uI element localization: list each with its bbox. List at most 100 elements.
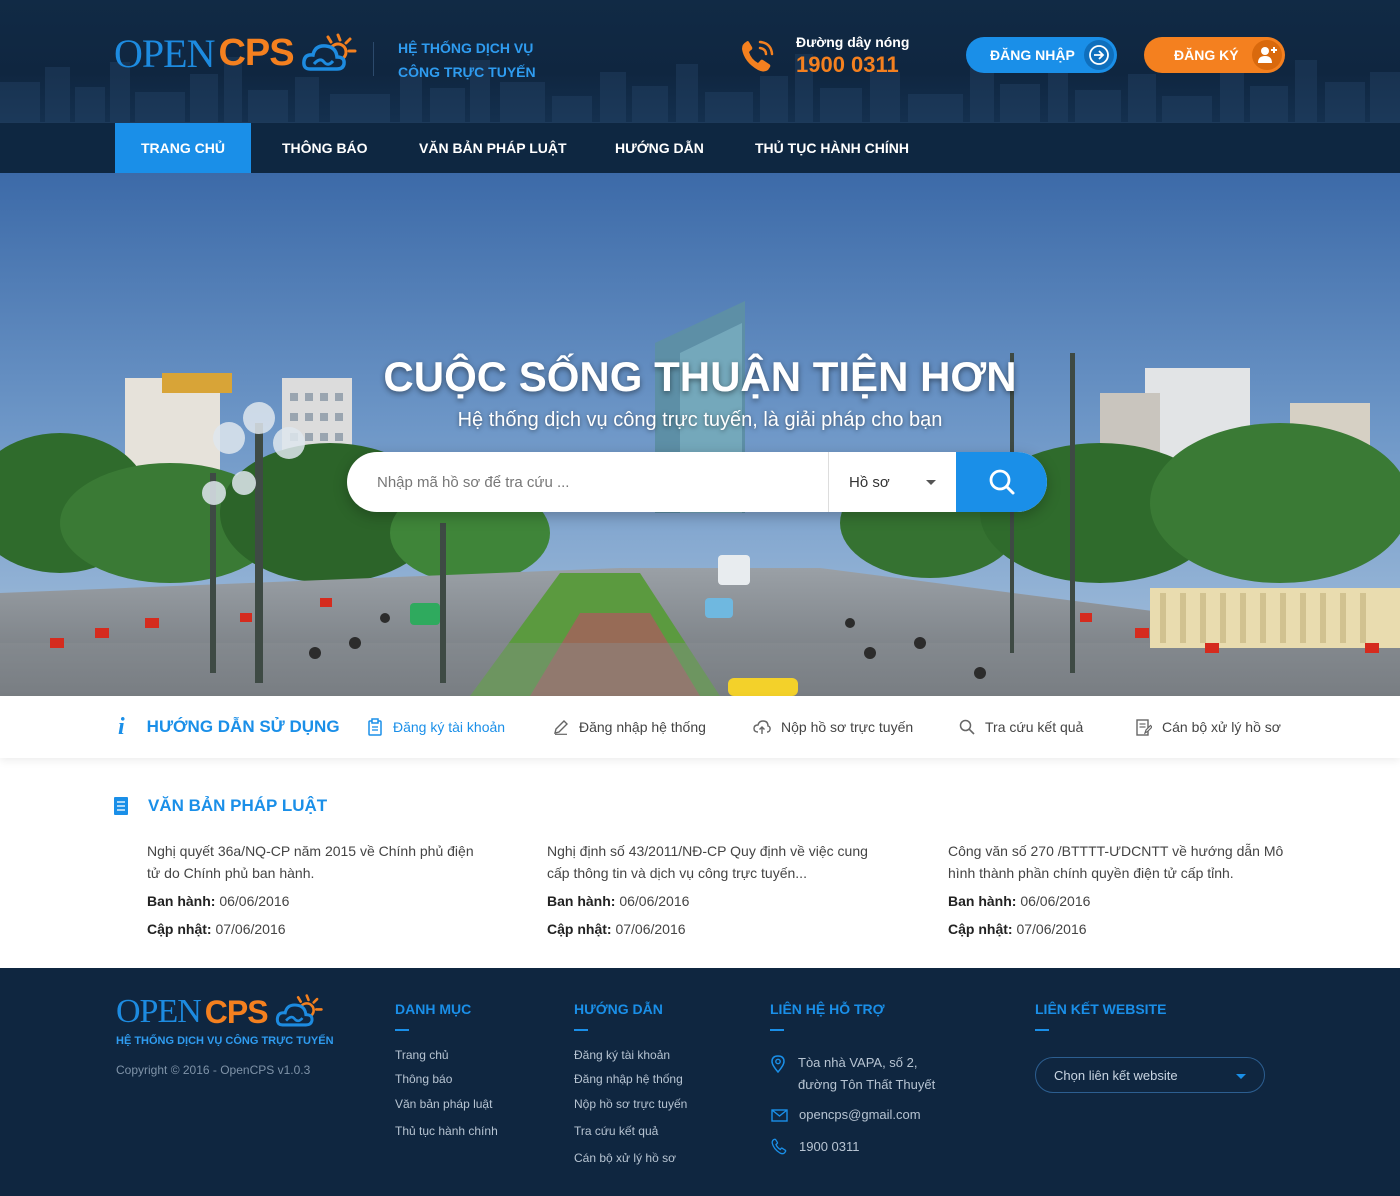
contact-email[interactable]: opencps@gmail.com — [799, 1104, 921, 1126]
footer-link-login[interactable]: Đăng nhập hệ thống — [574, 1072, 683, 1086]
search-button[interactable] — [956, 452, 1047, 512]
search-type-dropdown[interactable]: Hồ sơ — [828, 452, 956, 512]
footer-link-lookup-results[interactable]: Tra cứu kết quả — [574, 1124, 658, 1138]
guide-title-text: HƯỚNG DẪN SỬ DỤNG — [146, 717, 340, 736]
website-link-dropdown-value: Chọn liên kết website — [1054, 1067, 1178, 1083]
logo-text-open: OPEN — [114, 31, 215, 76]
hotline-number[interactable]: 1900 0311 — [796, 52, 899, 78]
login-button-label: ĐĂNG NHẬP — [990, 47, 1075, 63]
issued-label: Ban hành: — [547, 893, 616, 909]
issued-label: Ban hành: — [147, 893, 216, 909]
logo-text-cps: CPS — [204, 993, 269, 1030]
footer-categories-title: DANH MỤC — [395, 1001, 472, 1017]
footer-link-legal-documents[interactable]: Văn bản pháp luật — [395, 1097, 492, 1111]
chevron-down-icon — [926, 480, 936, 485]
search-type-value: Hồ sơ — [849, 473, 890, 491]
footer-link-officer-processing[interactable]: Cán bộ xử lý hồ sơ — [574, 1151, 676, 1165]
footer-link-submit-online[interactable]: Nộp hồ sơ trực tuyến — [574, 1097, 687, 1111]
nav-item-administrative-procedures[interactable]: THỦ TỤC HÀNH CHÍNH — [755, 123, 909, 174]
legal-document-item: Nghị định số 43/2011/NĐ-CP Quy định về v… — [547, 840, 887, 940]
edit-document-icon — [1136, 718, 1152, 736]
user-guide-bar: i HƯỚNG DẪN SỬ DỤNG Đăng ký tài khoản Đă… — [0, 696, 1400, 758]
footer-link-register-account[interactable]: Đăng ký tài khoản — [574, 1048, 670, 1062]
guide-link-officer-processing[interactable]: Cán bộ xử lý hồ sơ — [1136, 696, 1281, 758]
logo-text-cps: CPS — [218, 32, 294, 74]
tagline-line-2: CÔNG TRỰC TUYẾN — [398, 64, 536, 80]
website-link-dropdown[interactable]: Chọn liên kết website — [1035, 1057, 1265, 1093]
guide-link-login[interactable]: Đăng nhập hệ thống — [553, 696, 706, 758]
contact-phone[interactable]: 1900 0311 — [799, 1136, 860, 1158]
guide-link-label: Tra cứu kết quả — [985, 719, 1084, 735]
cloud-sun-logo-icon — [301, 33, 357, 71]
chevron-down-icon — [1236, 1074, 1246, 1079]
hero-subtitle: Hệ thống dịch vụ công trực tuyến, là giả… — [457, 409, 943, 431]
legal-document-issued: Ban hành: 06/06/2016 — [547, 890, 887, 912]
guide-link-label: Cán bộ xử lý hồ sơ — [1162, 719, 1281, 735]
search-form: Hồ sơ — [347, 452, 1047, 512]
footer-title-underline — [770, 1029, 784, 1031]
register-button[interactable]: ĐĂNG KÝ — [1144, 37, 1285, 73]
tagline-line-1: HỆ THỐNG DỊCH VỤ — [398, 40, 534, 56]
footer-logo[interactable]: OPEN CPS — [116, 992, 324, 1032]
pencil-icon — [554, 720, 568, 735]
site-logo[interactable]: OPEN CPS — [114, 30, 358, 77]
phone-icon — [771, 1138, 787, 1155]
footer-tagline: HỆ THỐNG DỊCH VỤ CÔNG TRỰC TUYẾN — [116, 1035, 334, 1047]
issued-date: 06/06/2016 — [1020, 893, 1091, 909]
clipboard-icon — [368, 718, 382, 736]
legal-title-text: VĂN BẢN PHÁP LUẬT — [148, 796, 328, 815]
footer-link-home[interactable]: Trang chủ — [395, 1048, 449, 1062]
updated-label: Cập nhật: — [547, 921, 612, 937]
updated-date: 07/06/2016 — [615, 921, 686, 937]
logo-text-open: OPEN — [116, 993, 202, 1030]
search-icon — [959, 719, 975, 735]
site-tagline: HỆ THỐNG DỊCH VỤ CÔNG TRỰC TUYẾN — [398, 36, 536, 84]
nav-item-announcements[interactable]: THÔNG BÁO — [282, 123, 368, 174]
legal-document-updated: Cập nhật: 07/06/2016 — [147, 918, 487, 940]
footer-link-announcements[interactable]: Thông báo — [395, 1072, 452, 1086]
register-button-label: ĐĂNG KÝ — [1174, 47, 1239, 63]
legal-document-title[interactable]: Nghị định số 43/2011/NĐ-CP Quy định về v… — [547, 840, 887, 884]
legal-document-updated: Cập nhật: 07/06/2016 — [547, 918, 887, 940]
updated-label: Cập nhật: — [948, 921, 1013, 937]
login-arrow-icon — [1084, 40, 1114, 70]
footer-contact-title: LIÊN HỆ HỖ TRỢ — [770, 1001, 885, 1017]
issued-date: 06/06/2016 — [219, 893, 290, 909]
guide-link-label: Nộp hồ sơ trực tuyến — [781, 719, 914, 735]
search-input[interactable] — [347, 452, 828, 512]
hero-banner: CUỘC SỐNG THUẬN TIỆN HƠN Hệ thống dịch v… — [0, 173, 1400, 696]
info-icon: i — [118, 713, 125, 740]
guide-link-submit-online[interactable]: Nộp hồ sơ trực tuyến — [753, 696, 913, 758]
add-user-icon — [1252, 40, 1282, 70]
legal-document-issued: Ban hành: 06/06/2016 — [147, 890, 487, 912]
footer-title-underline — [395, 1029, 409, 1031]
logo-divider — [373, 42, 374, 76]
legal-document-title[interactable]: Nghị quyết 36a/NQ-CP năm 2015 về Chính p… — [147, 840, 487, 884]
updated-label: Cập nhật: — [147, 921, 212, 937]
issued-date: 06/06/2016 — [619, 893, 690, 909]
login-button[interactable]: ĐĂNG NHẬP — [966, 37, 1117, 73]
legal-section-title: VĂN BẢN PHÁP LUẬT — [114, 796, 327, 816]
search-icon — [989, 469, 1014, 495]
main-navigation: TRANG CHỦ THÔNG BÁO VĂN BẢN PHÁP LUẬT HƯ… — [0, 122, 1400, 174]
legal-document-issued: Ban hành: 06/06/2016 — [948, 890, 1288, 912]
nav-item-guides[interactable]: HƯỚNG DẪN — [615, 123, 704, 174]
issued-label: Ban hành: — [948, 893, 1017, 909]
footer-title-underline — [1035, 1029, 1049, 1031]
cloud-sun-logo-icon — [275, 994, 323, 1027]
guide-section-title: i HƯỚNG DẪN SỬ DỤNG — [114, 696, 340, 758]
nav-item-legal-documents[interactable]: VĂN BẢN PHÁP LUẬT — [419, 123, 567, 174]
guide-link-lookup-results[interactable]: Tra cứu kết quả — [959, 696, 1083, 758]
hero-title: CUỘC SỐNG THUẬN TIỆN HƠN — [383, 353, 1017, 400]
updated-date: 07/06/2016 — [1016, 921, 1087, 937]
footer-title-underline — [574, 1029, 588, 1031]
nav-item-home[interactable]: TRANG CHỦ — [115, 123, 251, 174]
legal-document-item: Công văn số 270 /BTTTT-ƯDCNTT về hướng d… — [948, 840, 1288, 940]
guide-link-label: Đăng ký tài khoản — [393, 719, 506, 735]
top-header: OPEN CPS HỆ THỐNG DỊCH VỤ CÔNG TRỰC TUYẾ… — [0, 0, 1400, 122]
footer-link-procedures[interactable]: Thủ tục hành chính — [395, 1124, 498, 1138]
guide-link-register-account[interactable]: Đăng ký tài khoản — [367, 696, 505, 758]
legal-document-title[interactable]: Công văn số 270 /BTTTT-ƯDCNTT về hướng d… — [948, 840, 1288, 884]
updated-date: 07/06/2016 — [215, 921, 286, 937]
legal-document-updated: Cập nhật: 07/06/2016 — [948, 918, 1288, 940]
